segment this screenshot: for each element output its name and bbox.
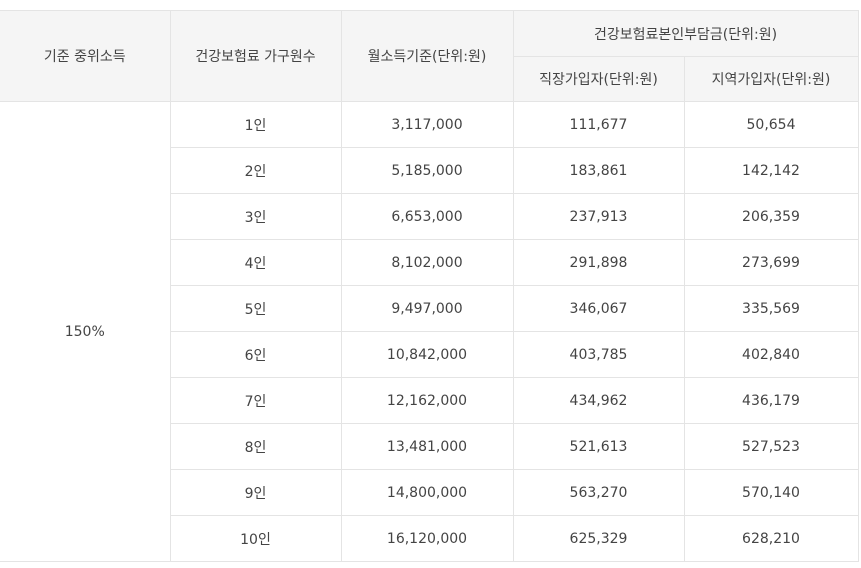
header-monthly-income: 월소득기준(단위:원) xyxy=(340,10,514,102)
header-standard-income: 기준 중위소득 xyxy=(0,10,171,102)
employee-premium-cell: 563,270 xyxy=(512,469,685,516)
table-body: 150% 1인 3,117,000 111,677 50,654 2인 5,185,000 1… xyxy=(0,101,859,562)
employee-premium-cell: 434,962 xyxy=(512,377,685,424)
regional-premium-cell: 273,699 xyxy=(683,239,859,286)
regional-premium-cell: 436,179 xyxy=(683,377,859,424)
regional-premium-cell: 527,523 xyxy=(683,423,859,470)
monthly-income-cell: 14,800,000 xyxy=(340,469,514,516)
regional-premium-cell: 142,142 xyxy=(683,147,859,194)
monthly-income-cell: 10,842,000 xyxy=(340,331,514,378)
household-size-cell: 6인 xyxy=(169,331,342,378)
monthly-income-cell: 16,120,000 xyxy=(340,515,514,562)
monthly-income-cell: 9,497,000 xyxy=(340,285,514,332)
monthly-income-cell: 6,653,000 xyxy=(340,193,514,240)
monthly-income-cell: 13,481,000 xyxy=(340,423,514,470)
header-premium-group: 건강보험료본인부담금(단위:원) xyxy=(512,10,859,57)
employee-premium-cell: 403,785 xyxy=(512,331,685,378)
employee-premium-cell: 625,329 xyxy=(512,515,685,562)
regional-premium-cell: 335,569 xyxy=(683,285,859,332)
employee-premium-cell: 237,913 xyxy=(512,193,685,240)
employee-premium-cell: 521,613 xyxy=(512,423,685,470)
regional-premium-cell: 402,840 xyxy=(683,331,859,378)
household-size-cell: 7인 xyxy=(169,377,342,424)
household-size-cell: 8인 xyxy=(169,423,342,470)
health-insurance-premium-table: 기준 중위소득 건강보험료 가구원수 월소득기준(단위:원) 건강보험료본인부담… xyxy=(0,10,859,562)
monthly-income-cell: 8,102,000 xyxy=(340,239,514,286)
household-size-cell: 2인 xyxy=(169,147,342,194)
monthly-income-cell: 5,185,000 xyxy=(340,147,514,194)
standard-income-percent-cell: 150% xyxy=(0,101,171,562)
regional-premium-cell: 628,210 xyxy=(683,515,859,562)
employee-premium-cell: 291,898 xyxy=(512,239,685,286)
regional-premium-cell: 206,359 xyxy=(683,193,859,240)
monthly-income-cell: 12,162,000 xyxy=(340,377,514,424)
table-row: 150% 1인 3,117,000 111,677 50,654 xyxy=(0,101,859,562)
employee-premium-cell: 111,677 xyxy=(512,101,685,148)
header-household-size: 건강보험료 가구원수 xyxy=(169,10,342,102)
monthly-income-cell: 3,117,000 xyxy=(340,101,514,148)
regional-premium-cell: 50,654 xyxy=(683,101,859,148)
employee-premium-cell: 183,861 xyxy=(512,147,685,194)
regional-premium-cell: 570,140 xyxy=(683,469,859,516)
household-size-cell: 1인 xyxy=(169,101,342,148)
household-size-cell: 5인 xyxy=(169,285,342,332)
header-employee-subscriber: 직장가입자(단위:원) xyxy=(513,56,685,102)
household-size-cell: 9인 xyxy=(169,469,342,516)
header-regional-subscriber: 지역가입자(단위:원) xyxy=(683,56,859,102)
household-size-cell: 3인 xyxy=(169,193,342,240)
premium-table-container: 기준 중위소득 건강보험료 가구원수 월소득기준(단위:원) 건강보험료본인부담… xyxy=(0,10,859,562)
household-size-cell: 10인 xyxy=(169,515,342,562)
employee-premium-cell: 346,067 xyxy=(512,285,685,332)
household-size-cell: 4인 xyxy=(169,239,342,286)
table-header: 기준 중위소득 건강보험료 가구원수 월소득기준(단위:원) 건강보험료본인부담… xyxy=(0,10,859,102)
